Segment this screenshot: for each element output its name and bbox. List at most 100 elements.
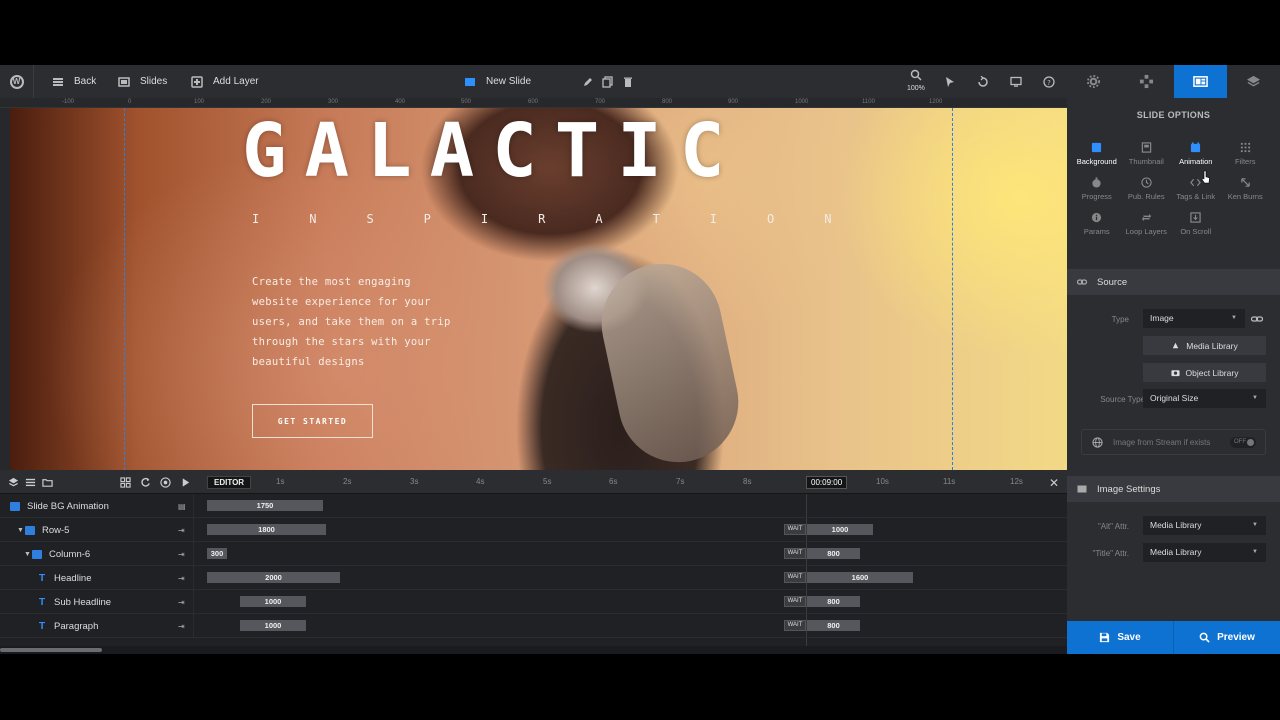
timeline-row[interactable]: T Sub Headline ⇥ 1000 WAIT 800: [0, 590, 1067, 614]
tab-slide-options[interactable]: [1173, 65, 1227, 98]
timeline-panel: EDITOR 1s 2s 3s 4s 5s 6s 7s 8s 9s 10s 11…: [0, 470, 1067, 654]
preview-button[interactable]: Preview: [1173, 621, 1280, 654]
get-started-button-layer[interactable]: GET STARTED: [252, 404, 373, 438]
arrow-right-icon[interactable]: ⇥: [178, 574, 185, 583]
subheadline-layer[interactable]: INSPIRATION: [252, 212, 881, 226]
speed-icon[interactable]: [160, 476, 171, 488]
device-desktop-button[interactable]: [1010, 65, 1022, 98]
zoom-button[interactable]: [910, 65, 922, 85]
source-type-select[interactable]: Original Size ▼: [1143, 389, 1266, 408]
timeline-bar[interactable]: 1800: [207, 524, 326, 535]
layer-name[interactable]: T Paragraph: [0, 614, 194, 638]
tab-layers[interactable]: [1227, 65, 1280, 98]
ruler-tick: 400: [395, 99, 406, 105]
add-layer-button[interactable]: Add Layer: [191, 65, 259, 98]
time-tick: 3s: [410, 477, 419, 486]
timeline-bar[interactable]: 1000: [240, 620, 306, 631]
option-params[interactable]: Params: [1072, 212, 1122, 236]
ruler-tick: 1000: [795, 99, 809, 105]
back-button[interactable]: Back: [52, 65, 96, 98]
title-attr-select[interactable]: Media Library ▼: [1143, 543, 1266, 562]
scrollbar-thumb[interactable]: [0, 648, 102, 652]
image-settings-header[interactable]: Image Settings: [1067, 476, 1280, 502]
option-thumbnail[interactable]: Thumbnail: [1122, 142, 1172, 166]
select-tool-button[interactable]: [944, 65, 956, 98]
timeline-bar[interactable]: 1000: [807, 524, 873, 535]
timeline-bar[interactable]: 800: [807, 548, 860, 559]
link-icon[interactable]: [1250, 312, 1264, 324]
tab-module-settings[interactable]: [1067, 65, 1120, 98]
caret-down-icon[interactable]: ▼: [17, 527, 25, 534]
timeline-bar[interactable]: 1600: [807, 572, 913, 583]
thumbnail-icon: [1141, 142, 1151, 153]
type-select[interactable]: Image ▼: [1143, 309, 1245, 328]
editor-tag[interactable]: EDITOR: [207, 476, 252, 489]
wordpress-logo-button[interactable]: W: [0, 65, 34, 98]
save-button[interactable]: Save: [1067, 621, 1173, 654]
slide-canvas[interactable]: GALACTIC INSPIRATION Create the most eng…: [10, 108, 1067, 470]
ruler-tick: 100: [194, 99, 205, 105]
layer-name[interactable]: ▼ Column-6: [0, 542, 194, 566]
arrow-right-icon[interactable]: ⇥: [178, 526, 185, 535]
option-ken-burns[interactable]: Ken Burns: [1221, 177, 1271, 201]
option-progress[interactable]: Progress: [1072, 177, 1122, 201]
top-toolbar: W Back Slides Add Layer New Slide 100% ?: [0, 65, 1067, 98]
caret-down-icon[interactable]: ▼: [24, 551, 32, 558]
alt-attr-select[interactable]: Media Library ▼: [1143, 516, 1266, 535]
option-tags-link[interactable]: Tags & Link: [1171, 177, 1221, 201]
slides-button[interactable]: Slides: [118, 65, 167, 98]
undo-button[interactable]: [977, 65, 989, 98]
timeline-row[interactable]: Slide BG Animation ▤ 1750: [0, 494, 1067, 518]
tab-navigation[interactable]: [1120, 65, 1173, 98]
timeline-row[interactable]: T Headline ⇥ 2000 WAIT 1600: [0, 566, 1067, 590]
paragraph-layer[interactable]: Create the most engaging website experie…: [252, 272, 452, 372]
stream-toggle[interactable]: OFF: [1230, 437, 1256, 448]
option-pub-rules[interactable]: Pub. Rules: [1122, 177, 1172, 201]
timeline-scrollbar[interactable]: [0, 646, 1067, 654]
timeline-row[interactable]: ▼ Row-5 ⇥ 1800 WAIT 1000: [0, 518, 1067, 542]
arrow-right-icon[interactable]: ⇥: [178, 550, 185, 559]
option-background[interactable]: Background: [1072, 142, 1122, 166]
image-settings-icon: [1077, 484, 1087, 494]
timeline-bar[interactable]: 2000: [207, 572, 340, 583]
grid-icon[interactable]: [120, 476, 131, 488]
layer-name[interactable]: Slide BG Animation: [0, 494, 194, 518]
layers-icon[interactable]: [8, 477, 19, 488]
slides-icon: [118, 76, 130, 88]
delete-slide-button[interactable]: [622, 65, 634, 98]
time-tick: 5s: [543, 477, 552, 486]
timeline-row[interactable]: ▼ Column-6 ⇥ 300 WAIT 800: [0, 542, 1067, 566]
duplicate-slide-button[interactable]: [602, 65, 614, 98]
option-filters[interactable]: Filters: [1221, 142, 1271, 166]
option-loop-layers[interactable]: Loop Layers: [1122, 212, 1172, 236]
object-library-button[interactable]: Object Library: [1143, 363, 1266, 382]
layer-label: Paragraph: [54, 620, 99, 632]
timeline-bar[interactable]: 800: [807, 620, 860, 631]
source-section-header[interactable]: Source: [1067, 269, 1280, 295]
arrow-right-icon[interactable]: ⇥: [178, 622, 185, 631]
timeline-bar[interactable]: 1000: [240, 596, 306, 607]
layer-name[interactable]: ▼ Row-5: [0, 518, 194, 542]
back-label: Back: [74, 76, 97, 87]
layer-name[interactable]: T Headline: [0, 566, 194, 590]
close-timeline-icon[interactable]: ✕: [1049, 476, 1059, 490]
arrow-right-icon[interactable]: ⇥: [178, 598, 185, 607]
list-icon[interactable]: [25, 477, 36, 488]
folder-icon[interactable]: [42, 477, 53, 488]
slide-name[interactable]: New Slide: [464, 65, 531, 98]
option-on-scroll[interactable]: On Scroll: [1171, 212, 1221, 236]
layer-name[interactable]: T Sub Headline: [0, 590, 194, 614]
timeline-bar[interactable]: 800: [807, 596, 860, 607]
timeline-bar[interactable]: 1750: [207, 500, 323, 511]
timeline-bar[interactable]: 300: [207, 548, 227, 559]
option-animation[interactable]: Animation: [1171, 142, 1221, 166]
image-from-stream-option[interactable]: Image from Stream if exists OFF: [1081, 429, 1266, 455]
rewind-icon[interactable]: [140, 477, 151, 488]
headline-layer[interactable]: GALACTIC: [242, 114, 742, 188]
playhead-time[interactable]: 00:09:00: [806, 476, 848, 489]
media-library-button[interactable]: Media Library: [1143, 336, 1266, 355]
edit-slide-button[interactable]: [582, 65, 594, 98]
timeline-row[interactable]: T Paragraph ⇥ 1000 WAIT 800: [0, 614, 1067, 638]
help-button[interactable]: ?: [1043, 65, 1055, 98]
play-icon[interactable]: [180, 477, 191, 488]
